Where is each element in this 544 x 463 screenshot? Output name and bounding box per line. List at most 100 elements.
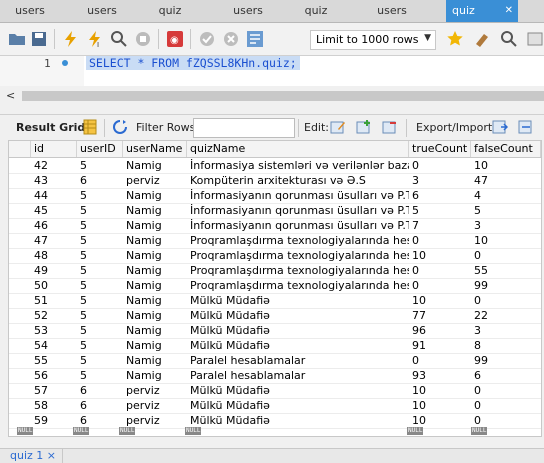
table-cell[interactable]: 10: [471, 158, 541, 173]
table-cell[interactable]: 0: [471, 293, 541, 308]
table-row[interactable]: 45 5 Namig İnformasiyanın qorunması üsullar…: [9, 203, 541, 219]
table-cell[interactable]: 45: [31, 203, 77, 218]
table-cell[interactable]: 22: [471, 308, 541, 323]
table-row[interactable]: 42 5 Namig İnformasiya sistemləri və verilə…: [9, 158, 541, 174]
table-row[interactable]: 58 6 perviz Mülkü Müdafiə 10 0: [9, 398, 541, 414]
table-cell[interactable]: 47: [471, 173, 541, 188]
grid-view-icon[interactable]: [82, 119, 98, 135]
stop-icon[interactable]: [134, 30, 152, 48]
import-icon[interactable]: [518, 119, 534, 135]
table-cell[interactable]: 57: [31, 383, 77, 398]
table-cell[interactable]: Namig: [123, 338, 187, 353]
tab-users-2[interactable]: users: [74, 0, 130, 22]
table-cell[interactable]: 0: [409, 158, 471, 173]
table-cell[interactable]: 0: [471, 398, 541, 413]
table-row[interactable]: 48 5 Namig Proqramlaşdırma texnologiyaların…: [9, 248, 541, 264]
result-grid-tab[interactable]: Result Grid: [16, 121, 85, 134]
limit-rows-select[interactable]: Limit to 1000 rows ▼: [310, 30, 436, 50]
table-row[interactable]: 44 5 Namig İnformasiyanın qorunması üsullar…: [9, 188, 541, 204]
table-cell[interactable]: Namig: [123, 203, 187, 218]
result-tab-quiz-1[interactable]: quiz 1 ×: [4, 449, 63, 463]
table-cell[interactable]: 49: [31, 263, 77, 278]
add-row-icon[interactable]: [356, 119, 372, 135]
table-cell[interactable]: 77: [409, 308, 471, 323]
table-cell[interactable]: 0: [471, 248, 541, 263]
table-cell[interactable]: 5: [77, 158, 123, 173]
table-row[interactable]: 53 5 Namig Mülkü Müdafiə 96 3: [9, 323, 541, 339]
table-cell[interactable]: 3: [471, 218, 541, 233]
column-header[interactable]: userName: [123, 141, 187, 157]
table-cell[interactable]: Namig: [123, 323, 187, 338]
column-header[interactable]: trueCount: [409, 141, 471, 157]
table-cell[interactable]: Kompüterin arxitekturası və Ə.S: [187, 173, 409, 188]
beautify-icon[interactable]: [246, 30, 264, 48]
table-cell[interactable]: 56: [31, 368, 77, 383]
table-cell[interactable]: Namig: [123, 353, 187, 368]
table-cell[interactable]: Mülkü Müdafiə: [187, 338, 409, 353]
table-cell[interactable]: 42: [31, 158, 77, 173]
table-row[interactable]: 57 6 perviz Mülkü Müdafiə 10 0: [9, 383, 541, 399]
table-cell[interactable]: 6: [77, 173, 123, 188]
toggle-autocommit-icon[interactable]: ◉: [166, 30, 184, 48]
table-cell[interactable]: Mülkü Müdafiə: [187, 398, 409, 413]
table-cell[interactable]: İnformasiyanın qorunması üsulları və P.T: [187, 218, 409, 233]
table-cell[interactable]: 0: [471, 413, 541, 428]
table-cell[interactable]: 3: [409, 173, 471, 188]
tab-users-3[interactable]: users: [222, 0, 274, 22]
table-cell[interactable]: Mülkü Müdafiə: [187, 293, 409, 308]
table-cell[interactable]: Proqramlaşdırma texnologiyalarında hesa.…: [187, 248, 409, 263]
table-cell[interactable]: İnformasiya sistemləri və verilənlər baz…: [187, 158, 409, 173]
table-cell[interactable]: 7: [409, 218, 471, 233]
table-cell[interactable]: 48: [31, 248, 77, 263]
table-cell[interactable]: 5: [77, 323, 123, 338]
table-cell[interactable]: Namig: [123, 218, 187, 233]
table-cell[interactable]: 6: [77, 413, 123, 428]
table-cell[interactable]: 5: [77, 368, 123, 383]
filter-rows-input[interactable]: [193, 118, 295, 138]
tab-users-4[interactable]: users: [366, 0, 418, 22]
table-cell[interactable]: 51: [31, 293, 77, 308]
sql-editor[interactable]: 1 SELECT * FROM fZQSSL8KHn.quiz;: [0, 56, 544, 86]
table-cell[interactable]: İnformasiyanın qorunması üsulları və P.T: [187, 188, 409, 203]
table-cell[interactable]: 5: [77, 203, 123, 218]
table-cell[interactable]: 52: [31, 308, 77, 323]
table-cell[interactable]: 43: [31, 173, 77, 188]
table-cell[interactable]: 6: [77, 383, 123, 398]
delete-row-icon[interactable]: [382, 119, 398, 135]
table-row[interactable]: 49 5 Namig Proqramlaşdırma texnologiyaların…: [9, 263, 541, 279]
close-icon[interactable]: ✕: [505, 0, 513, 22]
table-cell[interactable]: Paralel hesablamalar: [187, 368, 409, 383]
table-cell[interactable]: 6: [471, 368, 541, 383]
table-cell[interactable]: 44: [31, 188, 77, 203]
table-cell[interactable]: Namig: [123, 368, 187, 383]
save-icon[interactable]: [30, 30, 48, 48]
bookmark-icon[interactable]: [446, 30, 464, 48]
refresh-icon[interactable]: [112, 119, 128, 135]
table-cell[interactable]: 59: [31, 413, 77, 428]
tab-users-1[interactable]: users: [0, 0, 60, 22]
table-row[interactable]: 56 5 Namig Paralel hesablamalar 93 6: [9, 368, 541, 384]
table-cell[interactable]: 99: [471, 278, 541, 293]
table-cell[interactable]: 10: [409, 293, 471, 308]
table-cell[interactable]: Namig: [123, 278, 187, 293]
table-cell[interactable]: Proqramlaşdırma texnologiyalarında hesa.…: [187, 278, 409, 293]
edit-row-icon[interactable]: [330, 119, 346, 135]
tab-quiz-active[interactable]: quiz ✕: [446, 0, 518, 22]
table-cell[interactable]: 47: [31, 233, 77, 248]
table-cell[interactable]: 3: [471, 323, 541, 338]
column-header[interactable]: userID: [77, 141, 123, 157]
table-row[interactable]: 43 6 perviz Kompüterin arxitekturası və Ə.S…: [9, 173, 541, 189]
table-cell[interactable]: Namig: [123, 308, 187, 323]
table-cell[interactable]: 5: [77, 218, 123, 233]
table-row[interactable]: 50 5 Namig Proqramlaşdırma texnologiyaların…: [9, 278, 541, 294]
table-cell[interactable]: 50: [31, 278, 77, 293]
table-cell[interactable]: perviz: [123, 383, 187, 398]
table-cell[interactable]: Mülkü Müdafiə: [187, 383, 409, 398]
table-cell[interactable]: 91: [409, 338, 471, 353]
tab-quiz-1[interactable]: quiz: [148, 0, 192, 22]
execute-icon[interactable]: [62, 30, 80, 48]
table-cell[interactable]: 0: [409, 233, 471, 248]
table-cell[interactable]: 10: [409, 413, 471, 428]
table-cell[interactable]: 55: [471, 263, 541, 278]
new-row-placeholder[interactable]: NULL NULL NULL NULL NULL NULL: [9, 427, 541, 436]
